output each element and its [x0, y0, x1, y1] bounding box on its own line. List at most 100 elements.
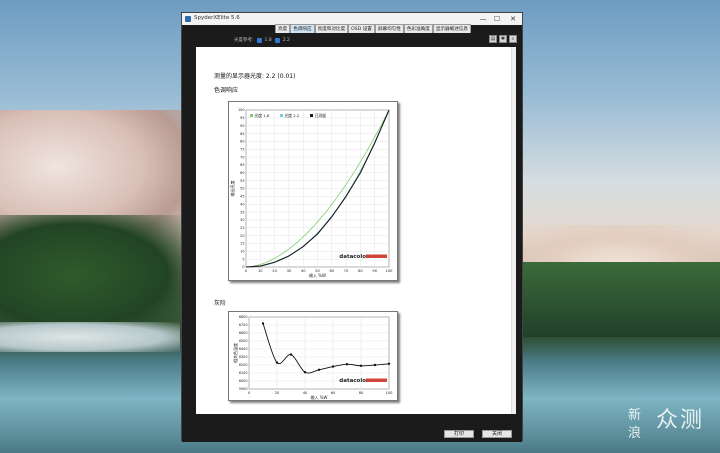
legend-swatch-2 [310, 114, 313, 117]
y-tick-label: 5 [242, 257, 244, 261]
x-tick-label: 100 [386, 269, 394, 273]
maximize-button[interactable]: ☐ [492, 14, 502, 24]
gamma-2-2-label: 2.2 [282, 37, 290, 43]
y-tick-label: 15 [240, 242, 244, 246]
watermark-line2: 浪 [628, 426, 642, 441]
measured-gamma-text: 测量的显示器光度: 2.2 (0.01) [214, 73, 296, 80]
x-tick-label: 40 [301, 269, 306, 273]
y-tick-label: 75 [240, 147, 244, 151]
x-tick-label: 90 [372, 269, 377, 273]
y-tick-label: 30 [240, 218, 244, 222]
tone-response-svg: 0 10 20 30 40 50 60 70 80 90 100 0 5 10 15 20 25 30 35 40 45… [229, 108, 394, 278]
close-window-button[interactable]: ✕ [508, 14, 518, 24]
y-tick-label: 60 [240, 171, 244, 175]
legend-swatch-0 [250, 114, 253, 117]
x-tick-label: 0 [245, 269, 248, 273]
data-point-0 [261, 322, 265, 325]
grayscale-chart: 0 20 40 60 80 100 5900 6000 6100 6200 6300 6400 6500… [228, 311, 398, 401]
y-tick-label: 0 [242, 265, 244, 269]
x-axis-label: 输入 %W [310, 394, 327, 400]
y-tick-label: 6800 [239, 315, 248, 319]
watermark: 新 浪 众测 [628, 402, 714, 444]
x-tick-label: 0 [248, 391, 251, 395]
y-tick-label: 6400 [239, 347, 248, 351]
y-tick-label: 80 [240, 140, 244, 144]
datacolor-logo-bar [366, 254, 387, 258]
print-preview-icon[interactable]: ▤ [489, 35, 497, 43]
y-tick-label: 70 [240, 155, 244, 159]
y-tick-label: 6700 [239, 323, 248, 327]
legend-swatch-1 [280, 114, 283, 117]
gamma-reference-label: 光度参考: [234, 38, 254, 43]
x-tick-label: 30 [287, 269, 292, 273]
y-tick-label: 25 [240, 226, 244, 230]
x-tick-label: 20 [275, 391, 280, 395]
gamma-1-8-label: 1.8 [264, 37, 272, 43]
data-point-9 [387, 362, 391, 365]
y-tick-label: 95 [240, 116, 244, 120]
y-tick-label: 10 [240, 250, 244, 254]
data-point-6 [345, 363, 349, 366]
x-tick-label: 80 [358, 269, 363, 273]
grayscale-heading: 灰阶 [214, 300, 227, 307]
settings-icon[interactable]: ✱ [499, 35, 507, 43]
x-tick-label: 60 [331, 391, 336, 395]
tab-uniformity[interactable]: 屏幕均匀性 [374, 24, 404, 33]
legend-entry-0: 光度 1.8 [255, 113, 270, 118]
y-tick-label: 45 [240, 195, 244, 199]
report-content: 测量的显示器光度: 2.2 (0.01) 色调响应 0 10 20 30 40 50 60 7… [196, 47, 516, 414]
background-trees-right [515, 262, 720, 337]
gamma-1-8-checkbox[interactable] [256, 37, 262, 43]
y-tick-label: 65 [240, 163, 244, 167]
tab-display-overview[interactable]: 显示器概述信息 [432, 24, 472, 33]
bottom-bar: 打印 关闭 [182, 416, 522, 442]
zoom-icon[interactable]: ⌕ [509, 35, 517, 43]
y-tick-label: 50 [240, 187, 244, 191]
tab-color-accuracy[interactable]: 色彩准确度 [403, 24, 433, 33]
datacolor-logo: datacolor [339, 254, 369, 260]
watermark-big: 众测 [656, 408, 705, 433]
datacolor-logo-bar [366, 378, 387, 382]
close-button[interactable]: 关闭 [482, 430, 512, 438]
y-tick-label: 5900 [239, 387, 248, 391]
tab-tone-response[interactable]: 色调响应 [290, 24, 315, 33]
background-rock [0, 322, 180, 352]
y-tick-label: 6600 [239, 331, 248, 335]
y-tick-label: 90 [240, 124, 244, 128]
grayscale-svg: 0 20 40 60 80 100 5900 6000 6100 6200 6300 6400 6500… [232, 315, 393, 400]
background-trees-left [0, 215, 185, 335]
tone-response-chart: 0 10 20 30 40 50 60 70 80 90 100 0 5 10 15 20 25 30 35 40 45… [228, 101, 398, 281]
y-axis-label: 相关色温度 [232, 343, 238, 363]
y-tick-label: 6200 [239, 363, 248, 367]
tab-osd-settings[interactable]: OSD 设置 [348, 24, 375, 33]
tab-brightness-contrast[interactable]: 亮度和对比度 [314, 24, 349, 33]
datacolor-logo: datacolor [339, 378, 369, 384]
y-tick-label: 35 [240, 210, 244, 214]
y-axis-label: 输出亮度 [229, 181, 235, 197]
y-tick-label: 40 [240, 202, 244, 206]
data-point-7 [359, 364, 363, 367]
minimize-button[interactable]: — [478, 14, 488, 24]
app-icon [185, 16, 191, 22]
tone-response-heading: 色调响应 [214, 87, 239, 94]
data-point-2 [289, 353, 293, 356]
y-tick-label: 6100 [239, 371, 248, 375]
window-title: SpyderXElite 5.6 [194, 15, 240, 21]
data-point-4 [317, 368, 321, 371]
app-window: SpyderXElite 5.6 — ☐ ✕ 亮度 色调响应 亮度和对比度 OS… [181, 12, 523, 442]
legend-entry-1: 光度 2.2 [285, 113, 300, 118]
tab-bar: 亮度 色调响应 亮度和对比度 OSD 设置 屏幕均匀性 色彩准确度 显示器概述信… [275, 24, 472, 33]
gamma-2-2-checkbox[interactable] [274, 37, 280, 43]
x-tick-label: 20 [272, 269, 277, 273]
x-axis-label: 输入 %W [309, 272, 326, 278]
y-tick-label: 100 [238, 108, 244, 112]
print-button[interactable]: 打印 [444, 430, 474, 438]
vertical-scrollbar[interactable] [511, 47, 516, 414]
tab-brightness[interactable]: 亮度 [275, 24, 291, 33]
data-point-1 [275, 361, 279, 364]
y-tick-label: 20 [240, 234, 244, 238]
toolbar-icons: ▤ ✱ ⌕ [489, 35, 517, 43]
data-point-5 [331, 365, 335, 368]
watermark-line1: 新 [628, 408, 642, 423]
data-point-3 [303, 371, 307, 374]
